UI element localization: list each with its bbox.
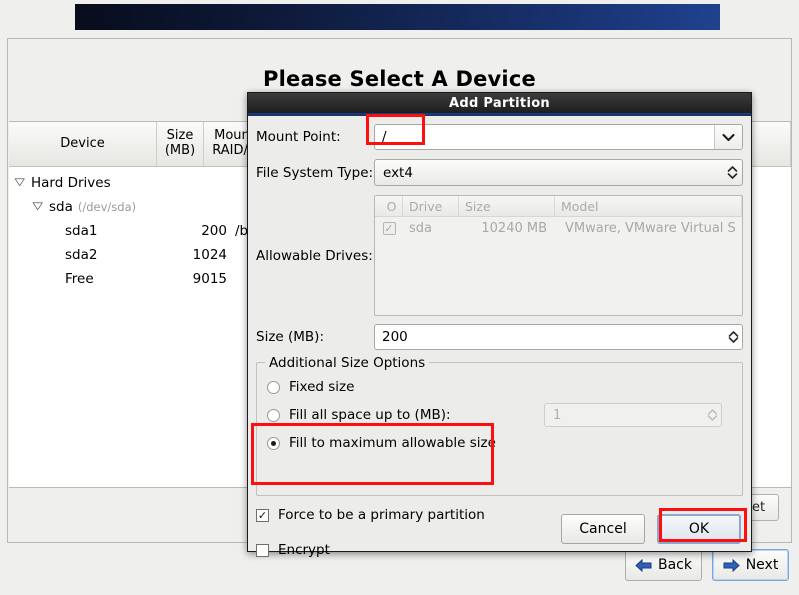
add-partition-dialog: Add Partition Mount Point: / File System… xyxy=(247,92,752,558)
filesystem-type-value: ext4 xyxy=(383,164,413,181)
allowable-drives-table[interactable]: O Drive Size Model ✓ sda 10240 MB VMware, V… xyxy=(374,195,743,316)
size-value: 200 xyxy=(382,329,408,345)
disclosure-triangle-icon[interactable]: ▽ xyxy=(15,178,34,188)
check-icon: ✓ xyxy=(257,508,268,522)
installer-window: Please Select A Device Device Size (MB) … xyxy=(0,0,799,595)
drives-column-header-size: Size xyxy=(459,196,555,216)
allowable-drives-label: Allowable Drives: xyxy=(256,247,373,264)
size-input[interactable]: 200 xyxy=(374,324,743,350)
drive-select-cell[interactable]: ✓ xyxy=(375,222,403,235)
checkbox-drive-select[interactable]: ✓ xyxy=(382,222,396,235)
device-name-cell: Free xyxy=(9,271,157,287)
drive-size-cell: 10240 MB xyxy=(481,221,547,236)
filesystem-type-label: File System Type: xyxy=(256,164,374,181)
chevron-down-icon[interactable] xyxy=(714,125,742,149)
option-fixed-size[interactable]: Fixed size xyxy=(267,373,732,401)
drive-name-cell: sda xyxy=(409,221,432,236)
cancel-button[interactable]: Cancel xyxy=(561,514,645,544)
additional-size-options-group: Additional Size Options Fixed size Fill … xyxy=(256,355,743,496)
dialog-title: Add Partition xyxy=(248,93,751,113)
drives-column-header-drive: Drive xyxy=(403,196,459,216)
option-fill-maximum[interactable]: Fill to maximum allowable size xyxy=(267,429,732,457)
device-name: sda1 xyxy=(65,223,98,239)
drive-model-cell: VMware, VMware Virtual S xyxy=(565,221,736,236)
next-button-label: Next xyxy=(745,557,779,573)
drives-table-header: O Drive Size Model xyxy=(375,196,742,217)
checkbox-force-primary[interactable]: ✓ xyxy=(256,508,269,522)
device-name: Free xyxy=(65,271,94,287)
device-name: sda xyxy=(49,199,73,215)
filesystem-type-row: File System Type: ext4 xyxy=(256,159,743,186)
option-fill-all-space[interactable]: Fill all space up to (MB): 1 xyxy=(267,401,732,429)
checkbox-encrypt[interactable]: ✓ xyxy=(256,543,269,557)
device-size-cell: 200 xyxy=(201,223,227,239)
drives-column-header-select: O xyxy=(375,196,403,216)
device-size-cell: 1024 xyxy=(192,247,227,263)
encrypt-label: Encrypt xyxy=(278,542,330,558)
header-banner xyxy=(75,4,720,30)
disclosure-triangle-icon[interactable]: ▽ xyxy=(33,202,52,212)
ok-button[interactable]: OK xyxy=(657,514,741,544)
allowable-drives-row: Allowable Drives: O Drive Size Model ✓ sd… xyxy=(256,195,743,316)
column-header-size: Size (MB) xyxy=(157,122,204,166)
drive-row[interactable]: ✓ sda 10240 MB VMware, VMware Virtual S xyxy=(375,217,742,240)
spinner-updown-icon[interactable] xyxy=(727,160,738,185)
dialog-button-bar: Cancel OK xyxy=(561,514,741,544)
column-header-size-line1: Size xyxy=(166,128,194,144)
device-name-cell: sda2 xyxy=(9,247,157,263)
mount-point-row: Mount Point: / xyxy=(256,124,743,150)
force-primary-label: Force to be a primary partition xyxy=(278,507,485,523)
fill-all-space-value: 1 xyxy=(553,407,562,423)
additional-size-options-legend: Additional Size Options xyxy=(265,355,430,371)
fill-all-space-stepper-icon xyxy=(707,404,718,426)
radio-fill-all-space[interactable] xyxy=(267,408,280,422)
option-fixed-size-label: Fixed size xyxy=(289,379,355,395)
fill-all-space-input: 1 xyxy=(544,403,722,427)
radio-fill-maximum[interactable] xyxy=(267,436,280,450)
column-header-device: Device xyxy=(9,122,157,166)
device-name-cell: sda1 xyxy=(9,223,157,239)
filesystem-type-select[interactable]: ext4 xyxy=(374,159,743,186)
option-fill-all-space-label: Fill all space up to (MB): xyxy=(289,407,451,423)
size-row: Size (MB): 200 xyxy=(256,324,743,350)
option-fill-maximum-label: Fill to maximum allowable size xyxy=(289,435,496,451)
drives-row-list: ✓ sda 10240 MB VMware, VMware Virtual S xyxy=(375,217,742,240)
device-name-cell: ▽ Hard Drives xyxy=(9,175,157,191)
device-name: sda2 xyxy=(65,247,98,263)
size-stepper-icon[interactable] xyxy=(728,325,739,349)
drives-column-header-model: Model xyxy=(555,196,742,216)
device-name-cell: ▽ sda (/dev/sda) xyxy=(9,199,157,215)
device-path: (/dev/sda) xyxy=(77,200,137,214)
size-label: Size (MB): xyxy=(256,329,324,345)
radio-fixed-size[interactable] xyxy=(267,380,280,394)
mount-point-combo[interactable]: / xyxy=(374,124,743,150)
page-title: Please Select A Device xyxy=(263,67,536,91)
dialog-body: Mount Point: / File System Type: ext4 Al… xyxy=(248,116,751,558)
device-name: Hard Drives xyxy=(31,175,111,191)
device-size-cell: 9015 xyxy=(192,271,227,287)
mount-point-value: / xyxy=(382,129,387,145)
mount-point-label: Mount Point: xyxy=(256,129,341,145)
column-header-size-line2: (MB) xyxy=(164,143,196,158)
